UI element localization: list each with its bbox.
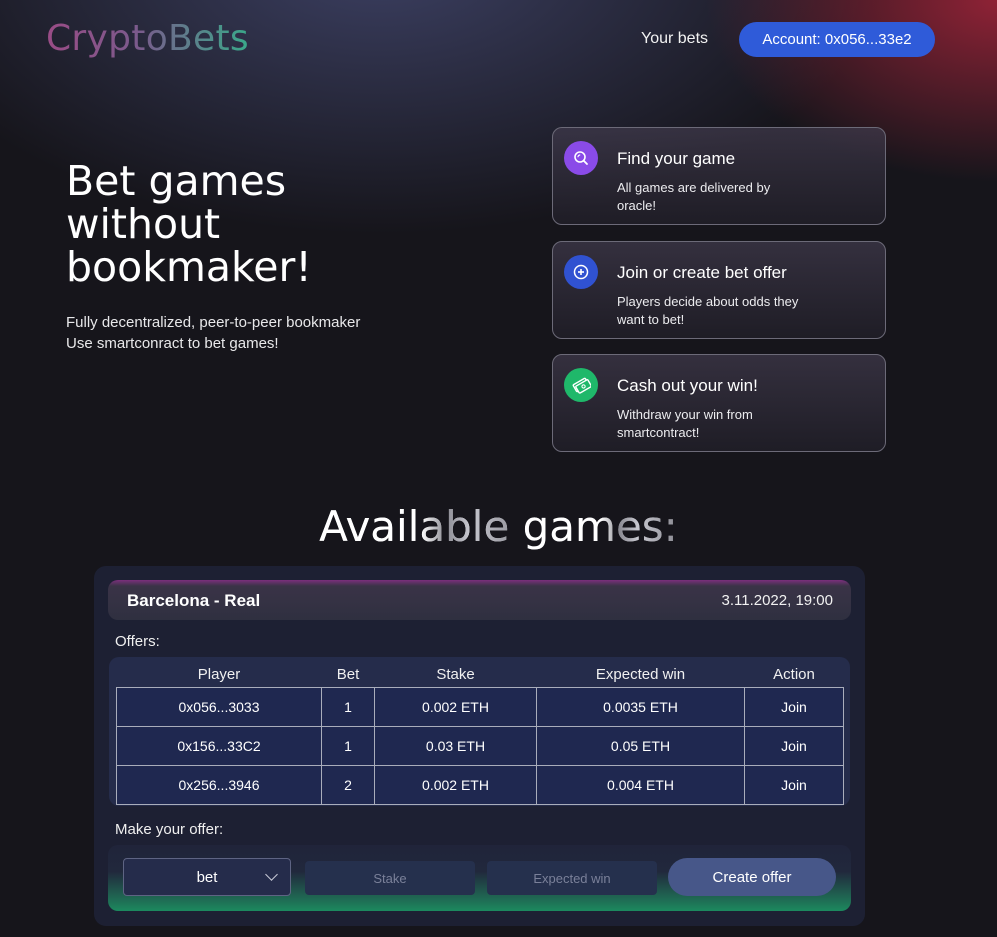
cell-bet: 1 xyxy=(321,726,375,766)
hero-title: Bet games without bookmaker! xyxy=(66,160,386,289)
join-button[interactable]: Join xyxy=(744,726,844,766)
feature-title: Join or create bet offer xyxy=(617,263,787,282)
column-header-bet: Bet xyxy=(336,665,360,683)
game-header: Barcelona - Real 3.11.2022, 19:00 xyxy=(108,580,851,620)
offers-table-container: Player Bet Stake Expected win Action 0x0… xyxy=(109,657,850,806)
table-row: 0x056...3033 1 0.002 ETH 0.0035 ETH Join xyxy=(116,687,844,727)
make-offer-label: Make your offer: xyxy=(115,821,224,838)
cell-expected-win: 0.004 ETH xyxy=(536,765,745,805)
feature-title: Cash out your win! xyxy=(617,376,758,395)
cell-player: 0x156...33C2 xyxy=(116,726,322,766)
cell-player: 0x256...3946 xyxy=(116,765,322,805)
feature-card-cash-out: Cash out your win! Withdraw your win fro… xyxy=(552,354,886,452)
feature-description: All games are delivered by oracle! xyxy=(617,180,771,213)
section-title-part: games: xyxy=(522,502,678,551)
hero-title-line: without xyxy=(66,200,221,248)
hero-title-line: Bet games xyxy=(66,157,287,205)
game-name: Barcelona - Real xyxy=(127,591,261,610)
cell-expected-win: 0.05 ETH xyxy=(536,726,745,766)
expected-win-input[interactable] xyxy=(487,861,657,895)
section-title-part: Available xyxy=(319,502,523,551)
app-logo[interactable]: CryptoBets xyxy=(46,18,249,59)
feature-description: Players decide about odds they want to b… xyxy=(617,294,799,327)
table-row: 0x156...33C2 1 0.03 ETH 0.05 ETH Join xyxy=(116,726,844,766)
nav-your-bets-link[interactable]: Your bets xyxy=(641,30,708,48)
account-button[interactable]: Account: 0x056...33e2 xyxy=(739,22,935,57)
column-header-stake: Stake xyxy=(436,665,475,683)
plus-circle-icon xyxy=(564,255,598,289)
hero-subtitle: Fully decentralized, peer-to-peer bookma… xyxy=(66,312,360,354)
offers-table: Player Bet Stake Expected win Action 0x0… xyxy=(116,661,844,805)
chevron-down-icon xyxy=(265,868,278,881)
section-title: Available games: xyxy=(0,502,997,551)
cell-expected-win: 0.0035 ETH xyxy=(536,687,745,727)
make-offer-form: bet Create offer xyxy=(108,845,851,911)
column-header-expected-win: Expected win xyxy=(595,665,686,683)
cell-stake: 0.002 ETH xyxy=(374,765,537,805)
money-icon xyxy=(564,368,598,402)
join-button[interactable]: Join xyxy=(744,765,844,805)
stake-input[interactable] xyxy=(305,861,475,895)
table-row: 0x256...3946 2 0.002 ETH 0.004 ETH Join xyxy=(116,765,844,805)
cell-stake: 0.002 ETH xyxy=(374,687,537,727)
feature-card-find-game: Find your game All games are delivered b… xyxy=(552,127,886,225)
feature-card-join-offer: Join or create bet offer Players decide … xyxy=(552,241,886,339)
bet-select-value: bet xyxy=(196,868,218,886)
feature-title: Find your game xyxy=(617,149,736,168)
cell-bet: 1 xyxy=(321,687,375,727)
cell-stake: 0.03 ETH xyxy=(374,726,537,766)
bet-select[interactable]: bet xyxy=(123,858,291,896)
column-header-player: Player xyxy=(197,665,241,683)
hero-subtitle-line: Fully decentralized, peer-to-peer bookma… xyxy=(66,314,361,331)
offers-label: Offers: xyxy=(115,633,160,650)
table-header-row: Player Bet Stake Expected win Action xyxy=(117,661,844,688)
feature-description: Withdraw your win from smartcontract! xyxy=(617,407,753,440)
create-offer-button[interactable]: Create offer xyxy=(668,858,836,896)
cell-player: 0x056...3033 xyxy=(116,687,322,727)
game-date: 3.11.2022, 19:00 xyxy=(721,592,834,609)
cell-bet: 2 xyxy=(321,765,375,805)
hero-title-line: bookmaker! xyxy=(66,243,312,291)
column-header-action: Action xyxy=(773,665,815,683)
game-card: Barcelona - Real 3.11.2022, 19:00 Offers… xyxy=(94,566,865,926)
join-button[interactable]: Join xyxy=(744,687,844,727)
hero-subtitle-line: Use smartconract to bet games! xyxy=(66,335,279,352)
search-icon xyxy=(564,141,598,175)
section-title-text: Available games: xyxy=(319,502,678,551)
